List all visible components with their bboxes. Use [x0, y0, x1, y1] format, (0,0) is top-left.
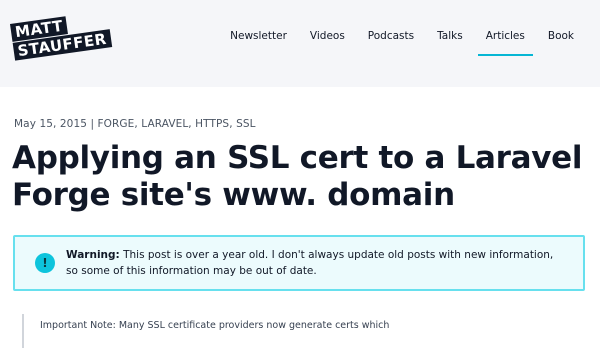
nav-item-book[interactable]: Book: [540, 28, 582, 56]
warning-callout: ! Warning: This post is over a year old.…: [13, 235, 585, 291]
site-logo[interactable]: MATT STAUFFER: [10, 10, 112, 61]
main-nav: Newsletter Videos Podcasts Talks Article…: [215, 28, 582, 56]
post-title: Applying an SSL cert to a Laravel Forge …: [12, 140, 583, 213]
warning-text: Warning: This post is over a year old. I…: [66, 247, 566, 279]
post-meta: May 15, 2015 | FORGE, LARAVEL, HTTPS, SS…: [14, 118, 256, 130]
nav-item-videos[interactable]: Videos: [302, 28, 353, 56]
site-header: MATT STAUFFER Newsletter Videos Podcasts…: [0, 0, 600, 87]
nav-item-podcasts[interactable]: Podcasts: [360, 28, 422, 56]
exclamation-icon: !: [35, 253, 55, 273]
blockquote-note: Important Note: Many SSL certificate pro…: [22, 314, 389, 348]
nav-item-articles[interactable]: Articles: [477, 28, 534, 56]
warning-label: Warning:: [66, 249, 120, 261]
nav-item-talks[interactable]: Talks: [429, 28, 471, 56]
warning-message: This post is over a year old. I don't al…: [66, 249, 554, 277]
nav-item-newsletter[interactable]: Newsletter: [222, 28, 295, 56]
